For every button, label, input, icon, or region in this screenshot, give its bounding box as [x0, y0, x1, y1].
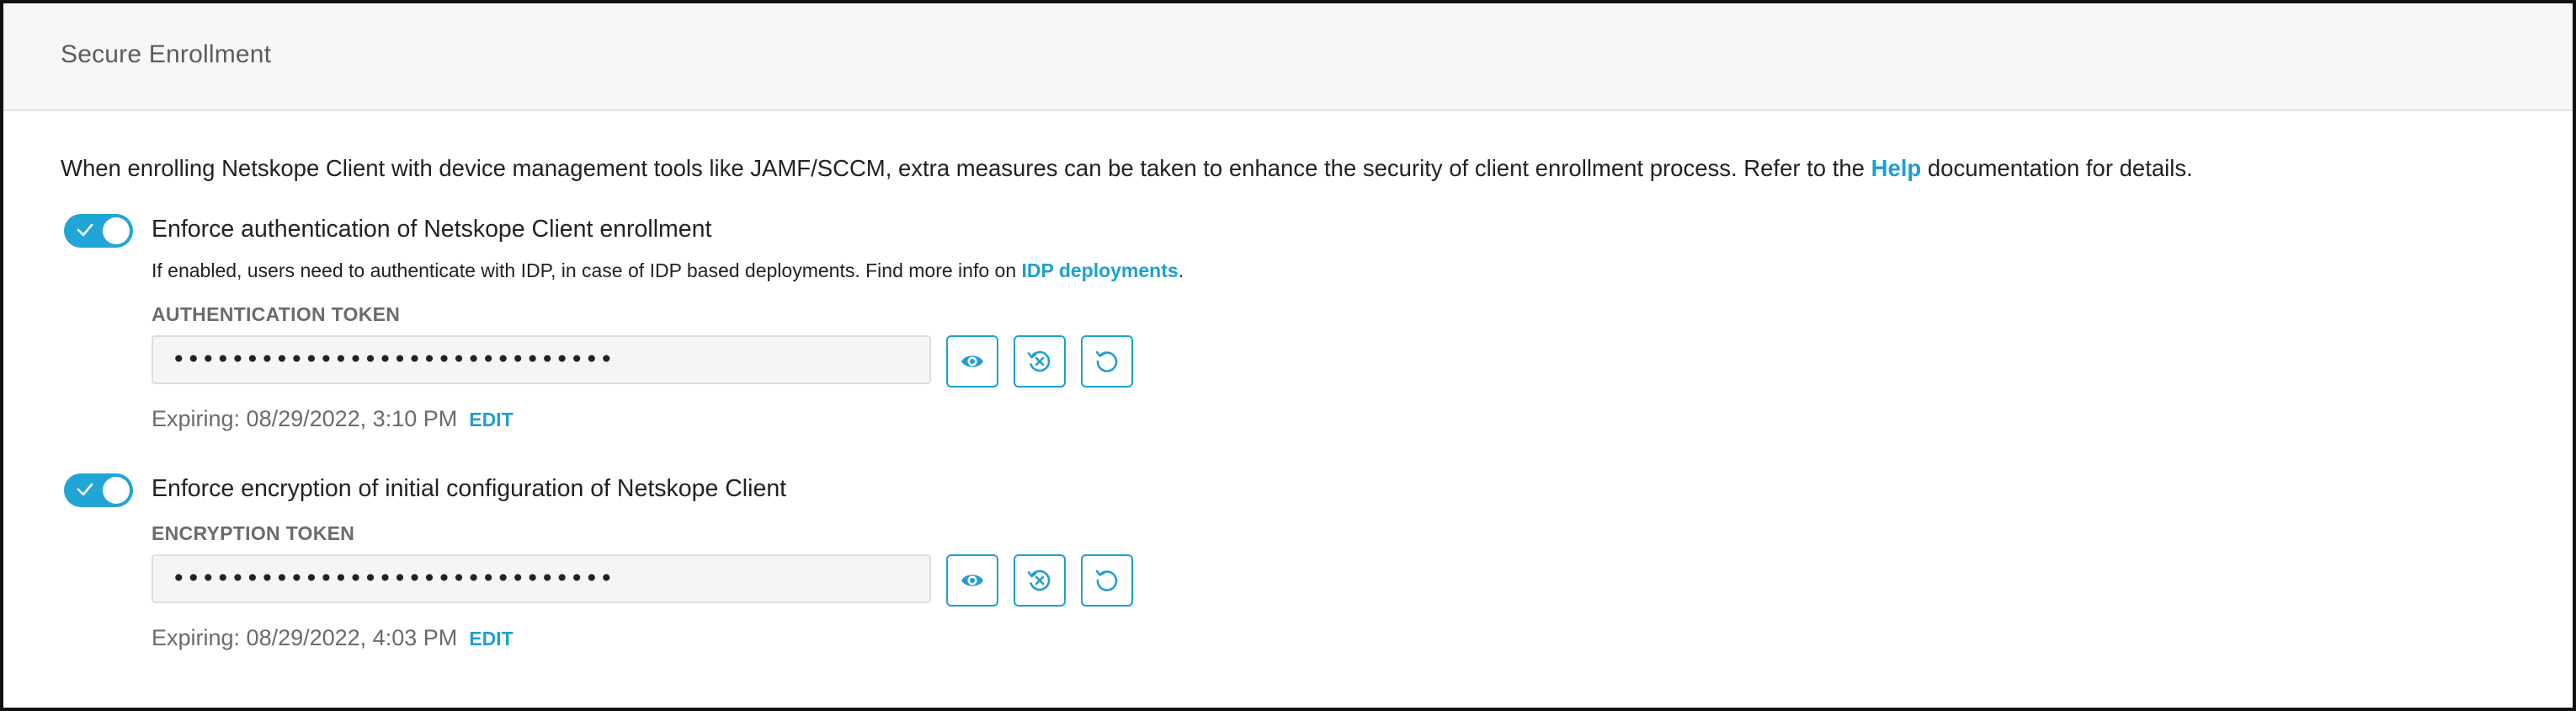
- eye-icon: [961, 575, 983, 586]
- auth-edit-expiry-link[interactable]: EDIT: [469, 409, 513, 430]
- intro-text: When enrolling Netskope Client with devi…: [61, 155, 2193, 182]
- check-icon: [77, 223, 93, 237]
- encryption-revoke-token-button[interactable]: [1014, 554, 1066, 607]
- refresh-icon: [1095, 350, 1118, 372]
- auth-note-text: If enabled, users need to authenticate w…: [152, 259, 1022, 281]
- auth-revoke-token-button[interactable]: [1014, 335, 1066, 388]
- help-link[interactable]: Help: [1871, 155, 1922, 181]
- encryption-expiry: Expiring: 08/29/2022, 4:03 PM EDIT: [152, 625, 514, 651]
- intro-text-after: documentation for details.: [1921, 155, 2193, 181]
- encryption-edit-expiry-link[interactable]: EDIT: [469, 628, 513, 650]
- encryption-regenerate-token-button[interactable]: [1081, 554, 1133, 607]
- auth-toggle[interactable]: [64, 214, 133, 248]
- auth-note-end: .: [1178, 259, 1184, 281]
- auth-token-field[interactable]: ••••••••••••••••••••••••••••••: [152, 335, 931, 384]
- encryption-toggle[interactable]: [64, 473, 133, 507]
- secure-enrollment-panel: Secure Enrollment When enrolling Netskop…: [0, 0, 2576, 711]
- idp-deployments-link[interactable]: IDP deployments: [1022, 259, 1179, 281]
- panel-header: Secure Enrollment: [3, 3, 2573, 111]
- encryption-expiry-text: Expiring: 08/29/2022, 4:03 PM: [152, 625, 458, 650]
- revoke-icon: [1027, 350, 1051, 372]
- refresh-icon: [1095, 569, 1118, 591]
- eye-icon: [961, 356, 983, 367]
- encryption-token-label: ENCRYPTION TOKEN: [152, 522, 355, 544]
- panel-title: Secure Enrollment: [61, 40, 272, 68]
- auth-regenerate-token-button[interactable]: [1081, 335, 1133, 388]
- encryption-token-field[interactable]: ••••••••••••••••••••••••••••••: [152, 554, 931, 603]
- toggle-knob: [103, 217, 130, 244]
- encryption-option-label: Enforce encryption of initial configurat…: [152, 475, 787, 502]
- auth-token-label: AUTHENTICATION TOKEN: [152, 303, 401, 325]
- auth-expiry: Expiring: 08/29/2022, 3:10 PM EDIT: [152, 406, 514, 432]
- auth-show-token-button[interactable]: [946, 335, 998, 388]
- revoke-icon: [1027, 569, 1051, 591]
- auth-expiry-text: Expiring: 08/29/2022, 3:10 PM: [152, 406, 458, 431]
- check-icon: [77, 483, 93, 496]
- auth-option-note: If enabled, users need to authenticate w…: [152, 259, 1184, 282]
- intro-text-before: When enrolling Netskope Client with devi…: [61, 155, 1871, 181]
- toggle-knob: [103, 477, 130, 504]
- auth-option-label: Enforce authentication of Netskope Clien…: [152, 216, 712, 243]
- encryption-show-token-button[interactable]: [946, 554, 998, 607]
